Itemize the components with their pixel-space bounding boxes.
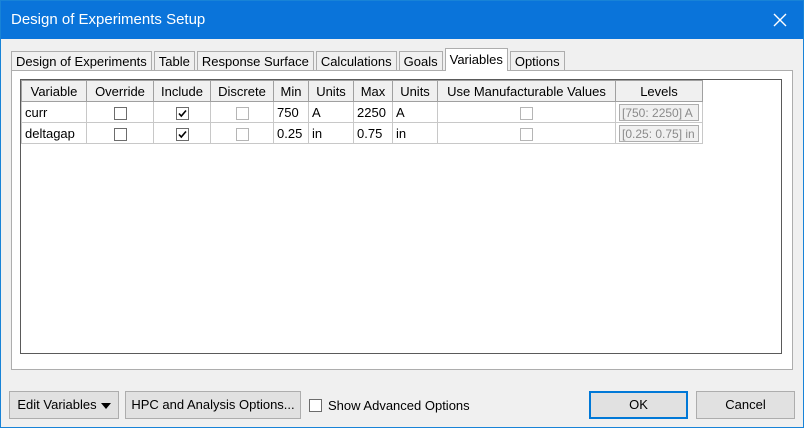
levels-button[interactable]: [0.25: 0.75] in bbox=[619, 124, 699, 142]
column-header-include[interactable]: Include bbox=[153, 80, 211, 102]
checkmark-icon bbox=[177, 109, 187, 117]
variables-grid: Variable Override Include Discrete Min U… bbox=[20, 79, 782, 354]
override-cell bbox=[86, 122, 154, 144]
include-checkbox[interactable] bbox=[175, 106, 189, 120]
include-cell bbox=[153, 122, 211, 144]
tab-goals[interactable]: Goals bbox=[398, 51, 443, 71]
use-manufacturable-checkbox[interactable] bbox=[520, 106, 533, 120]
column-header-max[interactable]: Max bbox=[353, 80, 393, 102]
min-units-cell[interactable]: A bbox=[308, 101, 354, 123]
column-header-override[interactable]: Override bbox=[86, 80, 154, 102]
tab-design-of-experiments[interactable]: Design of Experiments bbox=[11, 51, 152, 71]
min-cell[interactable]: 0.25 bbox=[273, 122, 309, 144]
table-row: deltagap 0.25 in 0.75 in [0.25: 0.75] in bbox=[21, 122, 703, 144]
override-checkbox[interactable] bbox=[113, 127, 127, 141]
variables-table: Variable Override Include Discrete Min U… bbox=[21, 80, 703, 144]
column-header-max-units[interactable]: Units bbox=[392, 80, 438, 102]
variable-name-cell[interactable]: deltagap bbox=[21, 122, 87, 144]
tab-calculations[interactable]: Calculations bbox=[315, 51, 397, 71]
show-advanced-options-control[interactable]: Show Advanced Options bbox=[309, 398, 470, 413]
checkmark-icon bbox=[177, 130, 187, 138]
window-title: Design of Experiments Setup bbox=[11, 11, 206, 28]
cancel-button[interactable]: Cancel bbox=[696, 391, 795, 419]
title-bar[interactable]: Design of Experiments Setup bbox=[1, 1, 803, 39]
edit-variables-label: Edit Variables bbox=[17, 397, 97, 412]
dialog-window: Design of Experiments Setup Design of Ex… bbox=[0, 0, 804, 428]
table-header-row: Variable Override Include Discrete Min U… bbox=[21, 80, 703, 102]
show-advanced-options-checkbox[interactable] bbox=[309, 399, 322, 412]
column-header-min[interactable]: Min bbox=[273, 80, 309, 102]
max-units-cell[interactable]: in bbox=[392, 122, 438, 144]
column-header-min-units[interactable]: Units bbox=[308, 80, 354, 102]
include-checkbox[interactable] bbox=[175, 127, 189, 141]
max-cell[interactable]: 2250 bbox=[353, 101, 393, 123]
tab-variables[interactable]: Variables bbox=[444, 48, 508, 71]
use-manufacturable-cell bbox=[437, 122, 616, 144]
min-cell[interactable]: 750 bbox=[273, 101, 309, 123]
variable-name-cell[interactable]: curr bbox=[21, 101, 87, 123]
close-button[interactable] bbox=[757, 1, 803, 39]
close-icon bbox=[773, 13, 787, 27]
column-header-variable[interactable]: Variable bbox=[21, 80, 87, 102]
column-header-levels[interactable]: Levels bbox=[615, 80, 703, 102]
tab-options[interactable]: Options bbox=[509, 51, 565, 71]
discrete-checkbox[interactable] bbox=[235, 127, 249, 141]
tab-response-surface[interactable]: Response Surface bbox=[196, 51, 314, 71]
column-header-use-manufacturable-values[interactable]: Use Manufacturable Values bbox=[437, 80, 616, 102]
max-units-cell[interactable]: A bbox=[392, 101, 438, 123]
tab-table[interactable]: Table bbox=[153, 51, 195, 71]
max-cell[interactable]: 0.75 bbox=[353, 122, 393, 144]
use-manufacturable-cell bbox=[437, 101, 616, 123]
use-manufacturable-checkbox[interactable] bbox=[520, 127, 533, 141]
tab-strip: Design of Experiments Table Response Sur… bbox=[11, 48, 567, 71]
edit-variables-button[interactable]: Edit Variables bbox=[9, 391, 119, 419]
override-checkbox[interactable] bbox=[113, 106, 127, 120]
dropdown-arrow-icon bbox=[100, 402, 111, 409]
show-advanced-options-label: Show Advanced Options bbox=[328, 398, 470, 413]
discrete-checkbox[interactable] bbox=[235, 106, 249, 120]
variables-tab-panel: Variable Override Include Discrete Min U… bbox=[11, 70, 793, 370]
levels-button[interactable]: [750: 2250] A bbox=[619, 103, 699, 121]
override-cell bbox=[86, 101, 154, 123]
levels-cell: [750: 2250] A bbox=[615, 101, 703, 123]
hpc-analysis-options-button[interactable]: HPC and Analysis Options... bbox=[125, 391, 301, 419]
ok-button[interactable]: OK bbox=[589, 391, 688, 419]
levels-cell: [0.25: 0.75] in bbox=[615, 122, 703, 144]
include-cell bbox=[153, 101, 211, 123]
column-header-discrete[interactable]: Discrete bbox=[210, 80, 274, 102]
discrete-cell bbox=[210, 122, 274, 144]
min-units-cell[interactable]: in bbox=[308, 122, 354, 144]
discrete-cell bbox=[210, 101, 274, 123]
table-row: curr 750 A 2250 A [750: 2250] A bbox=[21, 101, 703, 123]
